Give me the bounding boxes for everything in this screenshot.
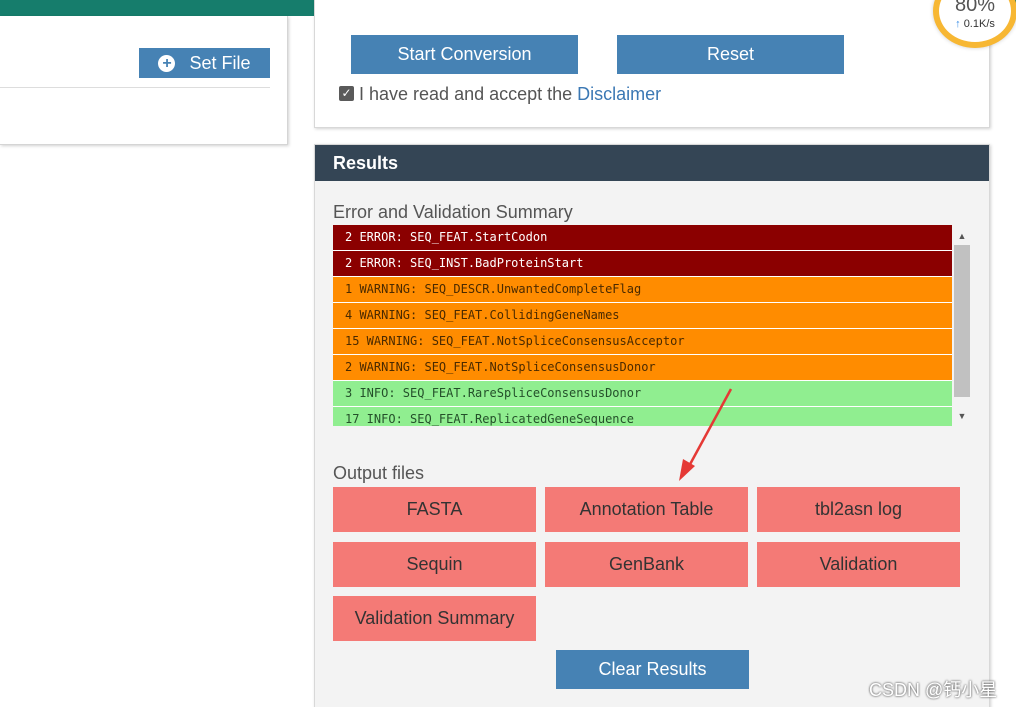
set-file-label: Set File bbox=[189, 52, 251, 73]
reset-button[interactable]: Reset bbox=[617, 35, 844, 74]
network-rate-row: ↑ 0.1K/s bbox=[939, 18, 1011, 30]
network-rate: 0.1K/s bbox=[963, 18, 995, 30]
network-percent: 80% bbox=[954, 0, 996, 16]
accept-text: I have read and accept the bbox=[359, 84, 573, 104]
output-files-label: Output files bbox=[333, 463, 425, 483]
output-sequin-button[interactable]: Sequin bbox=[333, 542, 536, 587]
divider bbox=[0, 87, 270, 88]
scroll-down-arrow-icon[interactable]: ▼ bbox=[954, 409, 970, 423]
disclaimer-link[interactable]: Disclaimer bbox=[577, 84, 661, 105]
accept-checkbox[interactable]: ✓ bbox=[339, 85, 354, 101]
file-input-panel: + Set File bbox=[0, 16, 288, 145]
summary-row-error: 2 ERROR: SEQ_INST.BadProteinStart bbox=[333, 251, 952, 277]
summary-row-info: 17 INFO: SEQ_FEAT.ReplicatedGeneSequence bbox=[333, 407, 952, 426]
set-file-button[interactable]: + Set File bbox=[139, 48, 270, 78]
summary-row-info: 3 INFO: SEQ_FEAT.RareSpliceConsensusDono… bbox=[333, 381, 952, 407]
output-genbank-button[interactable]: GenBank bbox=[545, 542, 748, 587]
output-validation-button[interactable]: Validation bbox=[757, 542, 960, 587]
results-panel: Results Error and Validation Summary 2 E… bbox=[314, 144, 990, 707]
results-title: Results bbox=[315, 145, 989, 181]
summary-row-warning: 1 WARNING: SEQ_DESCR.UnwantedCompleteFla… bbox=[333, 277, 952, 303]
plus-circle-icon: + bbox=[158, 54, 176, 72]
summary-label: Error and Validation Summary bbox=[333, 202, 573, 222]
summary-row-warning: 4 WARNING: SEQ_FEAT.CollidingGeneNames bbox=[333, 303, 952, 329]
output-validation-summary-button[interactable]: Validation Summary bbox=[333, 596, 536, 641]
scroll-up-arrow-icon[interactable]: ▲ bbox=[954, 229, 970, 243]
output-fasta-button[interactable]: FASTA bbox=[333, 487, 536, 532]
accept-disclaimer-row: ✓ I have read and accept the Disclaimer bbox=[339, 84, 661, 105]
upload-arrow-icon: ↑ bbox=[955, 18, 961, 30]
output-annotation-table-button[interactable]: Annotation Table bbox=[545, 487, 748, 532]
summary-row-warning: 15 WARNING: SEQ_FEAT.NotSpliceConsensusA… bbox=[333, 329, 952, 355]
summary-row-error: 2 ERROR: SEQ_FEAT.StartCodon bbox=[333, 225, 952, 251]
validation-summary-list[interactable]: 2 ERROR: SEQ_FEAT.StartCodon 2 ERROR: SEQ… bbox=[333, 225, 952, 426]
action-panel: Start Conversion Reset ✓ I have read and… bbox=[314, 0, 990, 128]
summary-row-warning: 2 WARNING: SEQ_FEAT.NotSpliceConsensusDo… bbox=[333, 355, 952, 381]
start-conversion-button[interactable]: Start Conversion bbox=[351, 35, 578, 74]
scroll-thumb[interactable] bbox=[954, 245, 970, 397]
summary-scrollbar[interactable]: ▲ ▼ bbox=[954, 229, 970, 423]
output-tbl2asn-log-button[interactable]: tbl2asn log bbox=[757, 487, 960, 532]
watermark: CSDN @钙小星 bbox=[869, 680, 998, 700]
clear-results-button[interactable]: Clear Results bbox=[556, 650, 749, 689]
